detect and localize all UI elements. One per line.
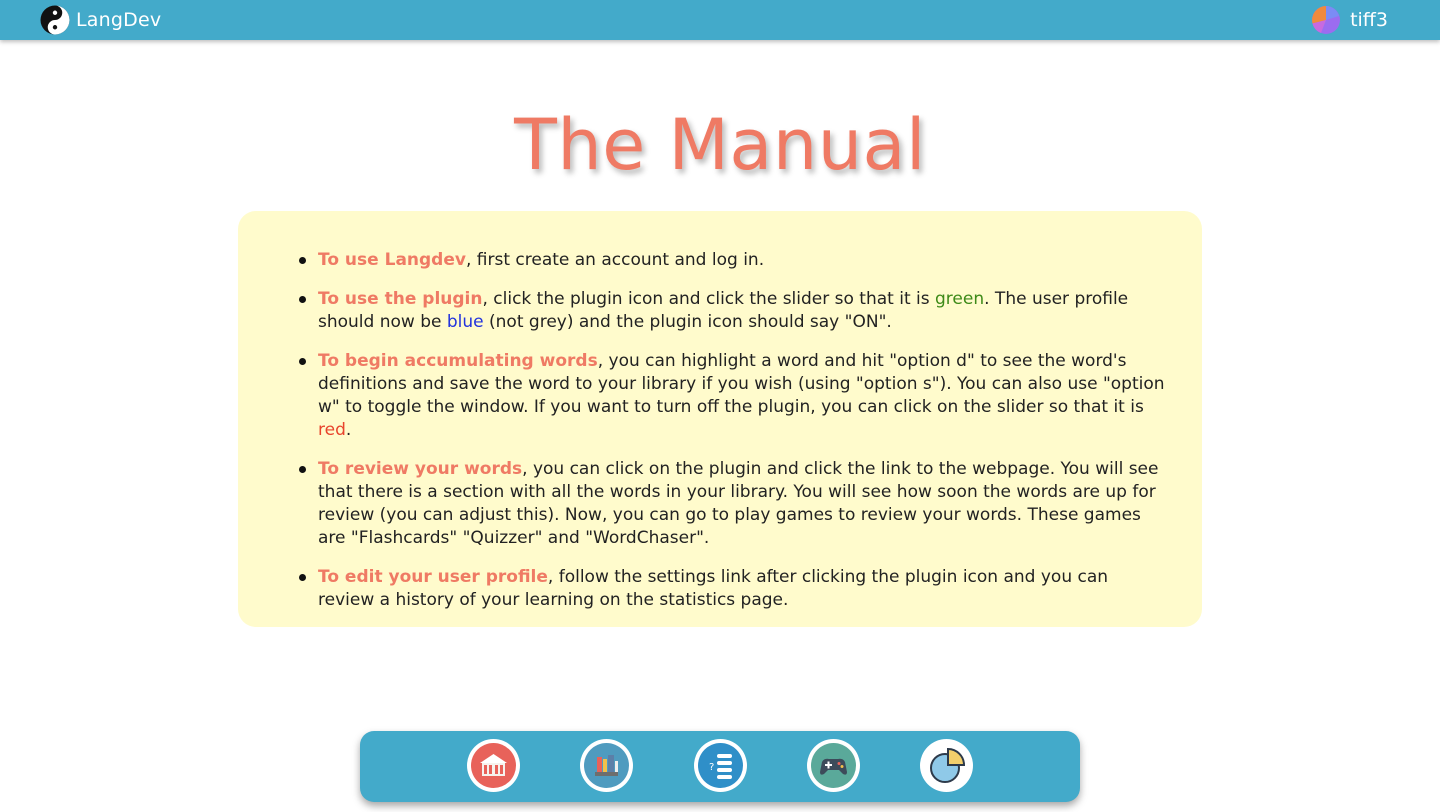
manual-item-heading: To review your words [318,459,523,479]
manual-item-edit-profile: To edit your user profile, follow the se… [299,566,1166,612]
user-avatar-icon [1312,6,1341,34]
manual-item-text: (not grey) and the plugin icon should sa… [483,312,892,332]
manual-item-heading: To edit your user profile [318,567,548,587]
green-word: green [935,289,985,309]
pie-chart-icon [924,743,969,788]
page-title: The Manual [514,104,926,186]
manual-item-use-langdev: To use Langdev, first create an account … [299,249,1166,272]
app-name: LangDev [76,9,162,31]
manual-list: To use Langdev, first create an account … [299,249,1166,628]
top-navbar: LangDev tiff3 [0,0,1440,40]
dock-quiz-button[interactable]: ? [694,739,747,792]
bottom-dock: ? [360,731,1080,802]
red-word: red [318,420,346,440]
dock-library-button[interactable] [580,739,633,792]
manual-item-use-plugin: To use the plugin, click the plugin icon… [299,288,1166,334]
manual-item-heading: To use the plugin [318,289,483,309]
manual-item-text: , first create an account and log in. [465,250,765,270]
manual-item-text: . [345,420,352,440]
manual-item-accumulate-words: To begin accumulating words, you can hig… [299,350,1166,442]
brand-link[interactable]: LangDev [40,5,161,35]
manual-panel: To use Langdev, first create an account … [238,211,1202,627]
home-icon [471,743,516,788]
manual-item-review-words: To review your words, you can click on t… [299,458,1166,550]
gamepad-icon [811,743,856,788]
manual-item-heading: To begin accumulating words [318,351,598,371]
yin-yang-icon [40,5,70,35]
dock-games-button[interactable] [807,739,860,792]
manual-item-heading: To use Langdev [318,250,466,270]
dock-home-button[interactable] [467,739,520,792]
blue-word: blue [446,312,484,332]
library-books-icon [584,743,629,788]
dock-stats-button[interactable] [920,739,973,792]
user-menu[interactable]: tiff3 [1311,5,1388,35]
manual-item-text: , click the plugin icon and click the sl… [482,289,936,309]
username-label: tiff3 [1350,9,1388,31]
svg-text:?: ? [709,762,714,773]
quiz-list-icon: ? [698,743,743,788]
